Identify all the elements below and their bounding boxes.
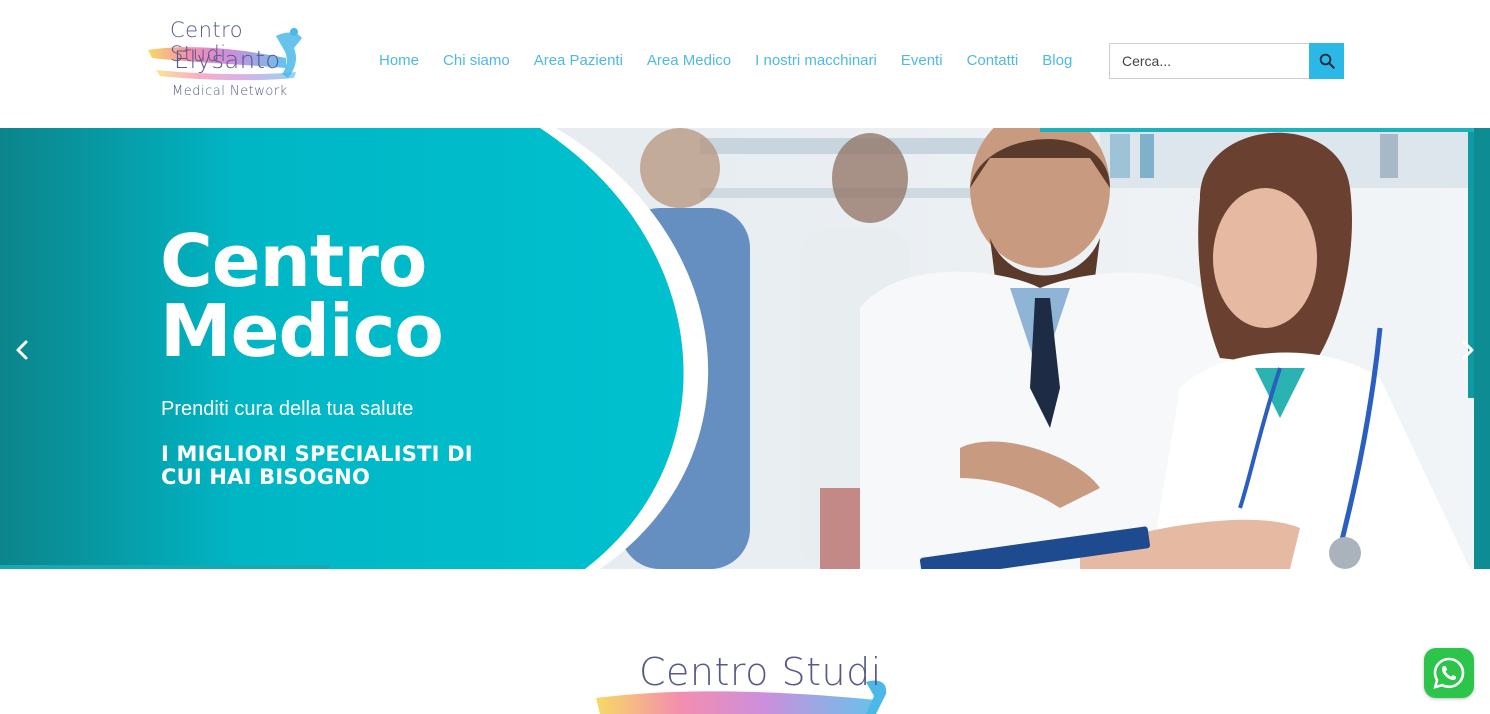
nav-area-medico[interactable]: Area Medico [647,52,731,69]
chevron-right-icon [1462,340,1474,360]
logo-line-2: Elysanto [174,46,281,74]
slider-prev-button[interactable] [12,335,34,365]
section-logo-text: Centro Studi [639,650,882,694]
nav-eventi[interactable]: Eventi [901,52,943,69]
hero-slider: Centro Medico Prenditi cura della tua sa… [0,128,1490,569]
site-logo[interactable]: Centro Studi Elysanto Medical Network [146,18,306,108]
hero-subtitle: Prenditi cura della tua salute [161,398,414,420]
hero-tagline-line-2: CUI HAI BISOGNO [161,465,371,489]
search-icon [1319,53,1335,69]
hero-title: Centro Medico [160,219,444,373]
nav-blog[interactable]: Blog [1042,52,1072,69]
search-form [1109,43,1344,79]
whatsapp-button[interactable] [1424,648,1474,698]
nav-chi-siamo[interactable]: Chi siamo [443,52,510,69]
search-button[interactable] [1309,43,1344,79]
whatsapp-icon [1433,657,1465,689]
section-logo: Centro Studi [596,648,896,714]
slider-next-button[interactable] [1456,335,1478,365]
hero-tagline-line-1: I MIGLIORI SPECIALISTI DI [161,442,473,466]
hero-tagline: I MIGLIORI SPECIALISTI DI CUI HAI BISOGN… [161,443,473,489]
chevron-left-icon [16,340,28,360]
logo-line-3: Medical Network [172,84,288,99]
nav-home[interactable]: Home [379,52,419,69]
hero-title-line-1: Centro [160,219,427,303]
main-nav: Home Chi siamo Area Pazienti Area Medico… [379,52,1096,69]
site-header: Centro Studi Elysanto Medical Network Ho… [0,0,1490,128]
search-input[interactable] [1109,43,1309,79]
nav-contatti[interactable]: Contatti [967,52,1019,69]
nav-area-pazienti[interactable]: Area Pazienti [534,52,623,69]
nav-macchinari[interactable]: I nostri macchinari [755,52,877,69]
hero-title-line-2: Medico [160,289,444,373]
